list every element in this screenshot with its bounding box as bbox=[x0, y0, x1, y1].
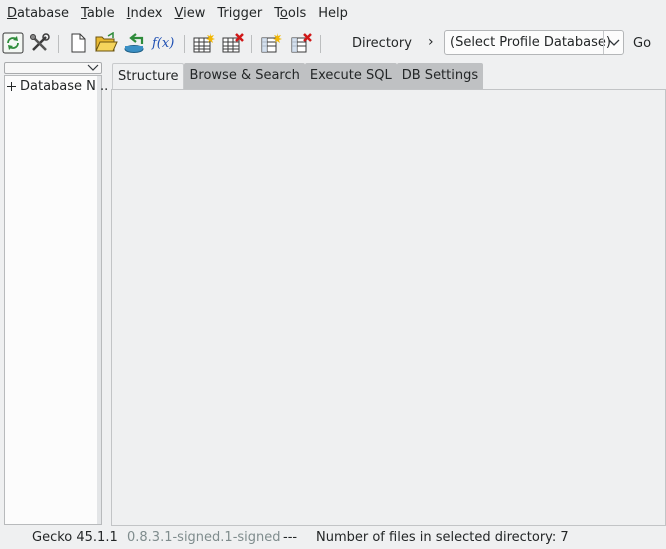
create-index-icon bbox=[261, 33, 282, 53]
tab-structure[interactable]: Structure bbox=[112, 63, 185, 89]
svg-text:f(x): f(x) bbox=[151, 36, 174, 51]
profile-database-value: (Select Profile Database) bbox=[450, 35, 611, 50]
menu-tools[interactable]: Tools bbox=[268, 0, 312, 27]
database-tree-panel[interactable]: Database N... bbox=[4, 75, 108, 525]
tab-execute-sql[interactable]: Execute SQL bbox=[304, 63, 397, 89]
status-engine: Gecko 45.1.1 bbox=[32, 530, 118, 545]
drop-index-button[interactable] bbox=[289, 31, 313, 55]
toolbar-separator bbox=[184, 35, 185, 53]
menu-database[interactable]: Database bbox=[1, 0, 75, 27]
toolbar-separator bbox=[251, 35, 252, 53]
chevron-right-icon[interactable]: › bbox=[428, 34, 434, 50]
database-tree: Database N... bbox=[5, 76, 108, 524]
status-files-count: Number of files in selected directory: 7 bbox=[316, 530, 569, 545]
menu-trigger[interactable]: Trigger bbox=[211, 0, 268, 27]
menu-view[interactable]: View bbox=[168, 0, 211, 27]
drop-index-icon bbox=[291, 33, 312, 53]
refresh-icon bbox=[2, 32, 24, 54]
chevron-down-icon[interactable] bbox=[603, 31, 623, 54]
menu-table[interactable]: Table bbox=[75, 0, 121, 27]
tree-scrollbar[interactable] bbox=[97, 76, 101, 524]
create-table-icon bbox=[193, 33, 215, 53]
profile-database-select[interactable]: (Select Profile Database) bbox=[444, 30, 624, 55]
chevron-down-icon bbox=[87, 64, 99, 71]
tools-icon bbox=[30, 33, 50, 51]
main-tabs: Structure Browse & Search Execute SQL DB… bbox=[112, 63, 484, 89]
open-database-button[interactable] bbox=[94, 31, 118, 55]
drop-table-button[interactable] bbox=[221, 31, 245, 55]
status-separator: --- bbox=[283, 530, 298, 545]
refresh-button[interactable] bbox=[1, 31, 25, 55]
function-button[interactable]: f(x) bbox=[151, 31, 177, 55]
drop-table-icon bbox=[222, 33, 244, 53]
toolbar-separator bbox=[320, 35, 321, 53]
left-panel-combo[interactable] bbox=[4, 62, 102, 74]
import-icon bbox=[124, 33, 144, 53]
new-database-button[interactable] bbox=[66, 31, 90, 55]
tab-db-settings[interactable]: DB Settings bbox=[396, 63, 484, 89]
tree-item-label: Database N... bbox=[20, 79, 109, 94]
new-database-icon bbox=[71, 33, 86, 53]
expand-icon[interactable] bbox=[7, 81, 18, 92]
menu-bar: Database Table Index View Trigger Tools … bbox=[0, 0, 666, 27]
status-version: 0.8.3.1-signed.1-signed bbox=[127, 530, 281, 545]
create-table-button[interactable] bbox=[192, 31, 216, 55]
function-icon: f(x) bbox=[151, 36, 174, 51]
status-bar: Gecko 45.1.1 0.8.3.1-signed.1-signed ---… bbox=[0, 527, 666, 549]
directory-label[interactable]: Directory bbox=[352, 36, 412, 51]
tree-item-database[interactable]: Database N... bbox=[7, 79, 108, 94]
menu-index[interactable]: Index bbox=[121, 0, 169, 27]
toolbar-separator bbox=[58, 35, 59, 53]
tab-browse-search[interactable]: Browse & Search bbox=[184, 63, 305, 89]
go-button[interactable]: Go bbox=[633, 36, 651, 51]
menu-help[interactable]: Help bbox=[312, 0, 354, 27]
structure-tab-content bbox=[111, 89, 666, 526]
open-database-icon bbox=[95, 32, 118, 52]
settings-button[interactable] bbox=[28, 31, 52, 55]
create-index-button[interactable] bbox=[259, 31, 283, 55]
import-button[interactable] bbox=[122, 31, 146, 55]
